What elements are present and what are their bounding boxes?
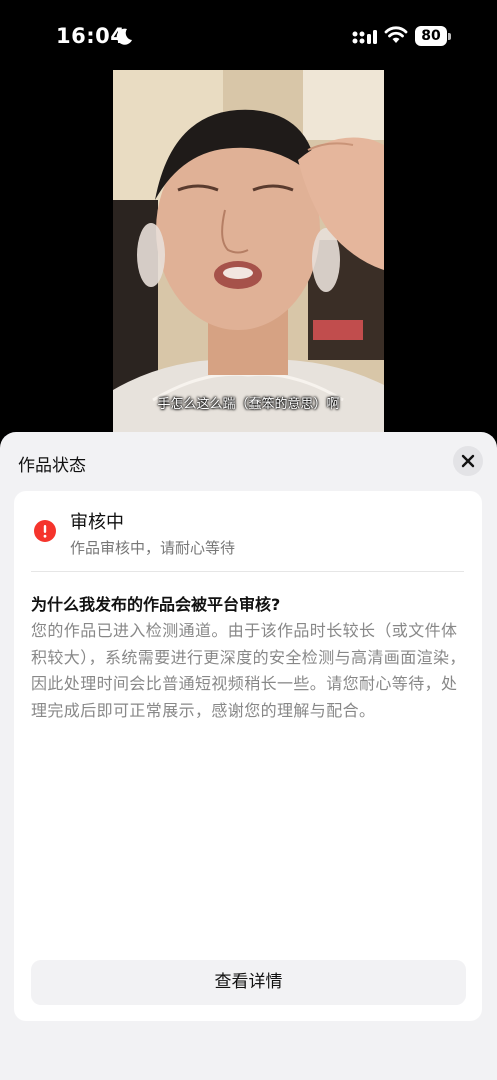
view-details-button[interactable]: 查看详情 (31, 960, 466, 1005)
moon-icon (116, 28, 132, 45)
review-status-description: 作品审核中，请耐心等待 (70, 539, 236, 557)
faq-answer: 您的作品已进入检测通道。由于该作品时长较长（或文件体积较大），系统需要进行更深度… (31, 621, 466, 720)
status-bottom-sheet: 作品状态 审核中 作品审核中，请耐心等待 为什么我发布的作品会被平台审核? 您的… (0, 432, 497, 1080)
divider (31, 571, 464, 572)
battery-tip (448, 33, 451, 40)
status-bar: 16:04 80 (0, 0, 497, 70)
signal-icon (352, 30, 377, 44)
battery-level: 80 (415, 26, 447, 46)
close-icon (461, 454, 475, 468)
phone-screen: 16:04 80 手怎么这么踹（蠢笨的意思）啊 作品状态 审核中 作品审核中，请… (0, 0, 497, 1080)
video-preview[interactable]: 手怎么这么踹（蠢笨的意思）啊 (113, 70, 384, 435)
close-button[interactable] (453, 446, 483, 476)
exclamation-icon (34, 520, 56, 542)
video-subtitle: 手怎么这么踹（蠢笨的意思）啊 (157, 397, 340, 412)
video-frame (113, 70, 384, 435)
wifi-icon (384, 26, 408, 43)
battery-icon: 80 (415, 26, 451, 46)
status-card: 审核中 作品审核中，请耐心等待 为什么我发布的作品会被平台审核? 您的作品已进入… (14, 491, 482, 1021)
review-status-title: 审核中 (70, 512, 124, 533)
faq-question: 为什么我发布的作品会被平台审核? (31, 595, 281, 614)
sheet-title: 作品状态 (18, 456, 86, 476)
